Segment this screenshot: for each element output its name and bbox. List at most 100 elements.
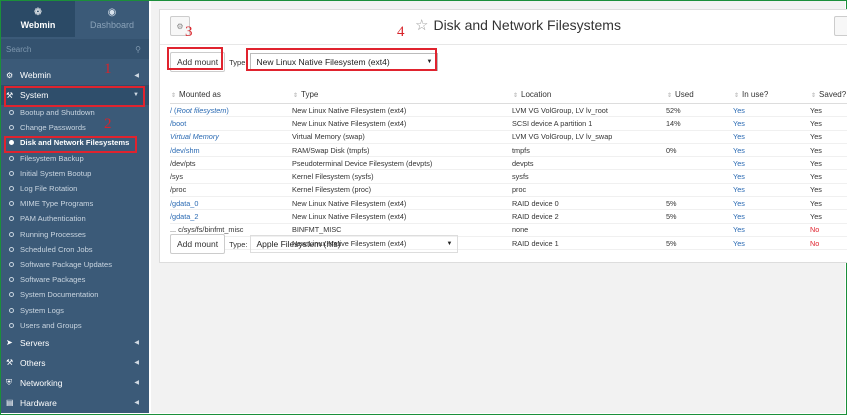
cell-saved: Yes: [810, 183, 847, 198]
chevron-left-icon: ◀: [134, 400, 139, 407]
cell-mounted[interactable]: /gdata_0: [170, 196, 292, 211]
col-type[interactable]: ⇕ Type: [292, 86, 512, 104]
col-label: Type: [301, 90, 319, 99]
sidebar-item-label: Software Package Updates: [20, 259, 113, 269]
category-networking[interactable]: ⛨ Networking ◀: [1, 373, 149, 393]
table-row: Virtual Memory Virtual Memory (swap) LVM V…: [170, 130, 847, 144]
sort-icon: ⇕: [667, 93, 673, 99]
page-title-text: Disk and Network Filesystems: [433, 17, 621, 33]
col-label: Used: [675, 90, 694, 99]
category-label: Webmin: [20, 70, 52, 80]
category-label: Hardware: [20, 397, 57, 408]
sidebar-item-label: Users and Groups: [20, 320, 82, 330]
chevron-left-icon: ◀: [134, 340, 139, 347]
cell-inuse: Yes: [733, 143, 810, 158]
sidebar-item-label: Bootup and Shutdown: [20, 108, 95, 118]
category-servers[interactable]: ➤ Servers ◀: [1, 333, 149, 353]
col-mounted-as[interactable]: ⇕ Mounted as: [170, 86, 292, 104]
sidebar-item-running-processes[interactable]: Running Processes: [1, 227, 149, 242]
col-location[interactable]: ⇕ Location: [512, 86, 666, 104]
type-select-bottom[interactable]: Apple Filesystem (hfs) ▼: [250, 235, 459, 253]
cell-saved: Yes: [810, 196, 847, 211]
cell-location: RAID device 2: [512, 209, 666, 224]
sidebar-item-log-file-rotation[interactable]: Log File Rotation: [1, 181, 149, 196]
bullet-icon: [9, 201, 14, 207]
col-used[interactable]: ⇕ Used: [666, 86, 733, 104]
cell-type: New Linux Native Filesystem (ext4): [292, 209, 512, 224]
cell-saved: Yes: [810, 116, 847, 131]
sidebar-item-mime-type-programs[interactable]: MIME Type Programs: [1, 196, 149, 211]
sidebar-item-software-packages[interactable]: Software Packages: [1, 272, 149, 287]
cell-used: [666, 156, 733, 171]
cell-saved: Yes: [810, 209, 847, 224]
table-row: /dev/pts Pseudoterminal Device Filesystem…: [170, 156, 847, 171]
tab-webmin[interactable]: ❁ Webmin: [1, 1, 75, 37]
table-row: /boot New Linux Native Filesystem (ext4) S…: [170, 116, 847, 131]
sidebar-bottom-menu: ➤ Servers ◀ ⚒ Others ◀ ⛨ Networking ◀ ▤ Hardware ◀: [1, 333, 149, 413]
sidebar-item-change-passwords[interactable]: Change Passwords: [1, 120, 149, 135]
bullet-icon: [9, 277, 14, 283]
search-placeholder: Search: [6, 44, 32, 54]
cell-type: New Linux Native Filesystem (ext4): [292, 116, 512, 131]
cell-location: RAID device 1: [512, 236, 666, 251]
sidebar-item-label: Software Packages: [20, 275, 86, 285]
cell-inuse: Yes: [733, 116, 810, 131]
sidebar-item-system-logs[interactable]: System Logs: [1, 302, 149, 317]
cell-type: Virtual Memory (swap): [292, 130, 512, 144]
cell-saved: No: [810, 223, 847, 237]
table-row: /sys Kernel Filesystem (sysfs) sysfs Yes Yes: [170, 169, 847, 184]
bullet-icon: [9, 155, 14, 161]
cell-mounted[interactable]: Virtual Memory: [170, 130, 292, 144]
col-saved[interactable]: ⇕ Saved?: [810, 86, 847, 104]
cell-type: RAM/Swap Disk (tmpfs): [292, 143, 512, 158]
cell-saved: Yes: [810, 103, 847, 118]
chevron-down-icon: ▼: [446, 241, 453, 247]
sidebar-item-bootup-and-shutdown[interactable]: Bootup and Shutdown: [1, 105, 149, 120]
cell-type: New Linux Native Filesystem (ext4): [292, 103, 512, 118]
sidebar-item-label: MIME Type Programs: [20, 199, 94, 209]
bullet-icon: [9, 307, 14, 313]
bullet-icon: [9, 186, 14, 192]
annotation-box-type-select: [246, 48, 437, 71]
col-in-use[interactable]: ⇕ In use?: [733, 86, 810, 104]
category-hardware[interactable]: ▤ Hardware ◀: [1, 393, 149, 413]
cell-mounted[interactable]: /boot: [170, 116, 292, 131]
page-title: ☆ Disk and Network Filesystems: [415, 16, 621, 34]
add-mount-button-bottom[interactable]: Add mount: [170, 234, 226, 254]
sidebar-search[interactable]: Search ⚲: [1, 39, 149, 59]
tab-dashboard[interactable]: ◉ Dashboard: [75, 1, 149, 37]
table-body: / (Root filesystem) New Linux Native File…: [170, 103, 847, 251]
sidebar-item-scheduled-cron-jobs[interactable]: Scheduled Cron Jobs: [1, 242, 149, 257]
cell-inuse: Yes: [733, 130, 810, 144]
sort-icon: ⇕: [171, 93, 177, 99]
cell-location: proc: [512, 183, 666, 198]
cell-mounted[interactable]: /gdata_2: [170, 209, 292, 224]
cell-used: [666, 169, 733, 184]
gear-icon: ⚙: [6, 70, 14, 80]
annotation-number-4: 4: [397, 24, 405, 40]
cell-inuse: Yes: [733, 156, 810, 171]
search-icon: ⚲: [135, 44, 141, 54]
cell-saved: Yes: [810, 130, 847, 144]
cell-location: LVM VG VolGroup, LV lv_root: [512, 103, 666, 118]
sidebar-item-pam-authentication[interactable]: PAM Authentication: [1, 211, 149, 226]
sidebar-item-label: Log File Rotation: [20, 184, 78, 194]
cell-mounted[interactable]: /dev/shm: [170, 143, 292, 158]
table-row: /proc Kernel Filesystem (proc) proc Yes Yes: [170, 183, 847, 198]
category-others[interactable]: ⚒ Others ◀: [1, 353, 149, 373]
table-row: /dev/shm RAM/Swap Disk (tmpfs) tmpfs 0% Yes Y…: [170, 143, 847, 158]
bullet-icon: [9, 231, 14, 237]
cell-used: 5%: [666, 209, 733, 224]
cell-mounted: /sys: [170, 169, 292, 184]
star-icon[interactable]: ☆: [415, 16, 428, 34]
sidebar-item-users-and-groups[interactable]: Users and Groups: [1, 318, 149, 333]
sidebar-item-system-documentation[interactable]: System Documentation: [1, 287, 149, 302]
cell-mounted[interactable]: / (Root filesystem): [170, 103, 292, 118]
sidebar-item-initial-system-bootup[interactable]: Initial System Bootup: [1, 166, 149, 181]
cell-location: SCSI device A partition 1: [512, 116, 666, 131]
annotation-number-3: 3: [185, 24, 193, 40]
cell-location: tmpfs: [512, 143, 666, 158]
sidebar-item-software-package-updates[interactable]: Software Package Updates: [1, 257, 149, 272]
category-webmin[interactable]: ⚙ Webmin ◀: [1, 65, 149, 85]
header-right-button[interactable]: [834, 16, 847, 36]
